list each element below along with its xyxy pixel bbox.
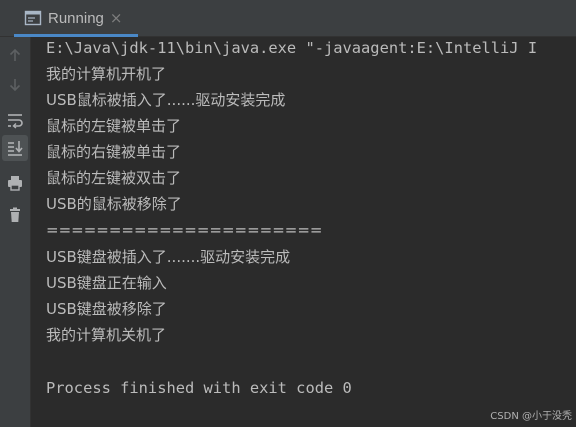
console-line-separator: ====================== bbox=[46, 221, 323, 239]
up-arrow-icon[interactable] bbox=[2, 42, 28, 68]
console-window-icon bbox=[24, 9, 42, 27]
console-line: USB的鼠标被移除了 bbox=[46, 195, 182, 213]
close-icon[interactable]: × bbox=[110, 9, 123, 27]
console-line: 鼠标的左键被单击了 bbox=[46, 117, 182, 135]
console-line: 鼠标的右键被单击了 bbox=[46, 143, 182, 161]
scroll-to-end-icon[interactable] bbox=[2, 135, 28, 161]
print-icon[interactable] bbox=[2, 170, 28, 196]
console-toolbar bbox=[0, 37, 31, 427]
down-arrow-icon[interactable] bbox=[2, 72, 28, 98]
console-line-exit-status: Process finished with exit code 0 bbox=[46, 379, 352, 397]
tool-window-header: Running × bbox=[0, 0, 576, 37]
console-line: 我的计算机开机了 bbox=[46, 65, 167, 83]
console-line-command: E:\Java\jdk-11\bin\java.exe "-javaagent:… bbox=[46, 39, 538, 57]
console-line: USB键盘被插入了.......驱动安装完成 bbox=[46, 248, 291, 266]
console-line: 我的计算机关机了 bbox=[46, 326, 167, 344]
console-line: 鼠标的左键被双击了 bbox=[46, 169, 182, 187]
soft-wrap-icon[interactable] bbox=[2, 107, 28, 133]
console-line: USB键盘被移除了 bbox=[46, 300, 167, 318]
trash-icon[interactable] bbox=[2, 202, 28, 228]
tab-label: Running bbox=[48, 9, 104, 27]
console-output[interactable]: E:\Java\jdk-11\bin\java.exe "-javaagent:… bbox=[31, 37, 576, 427]
watermark: CSDN @小于没秃 bbox=[490, 411, 572, 422]
tab-running[interactable]: Running × bbox=[14, 0, 138, 37]
console-line: USB键盘正在输入 bbox=[46, 274, 167, 292]
console-line: USB鼠标被插入了......驱动安装完成 bbox=[46, 91, 286, 109]
